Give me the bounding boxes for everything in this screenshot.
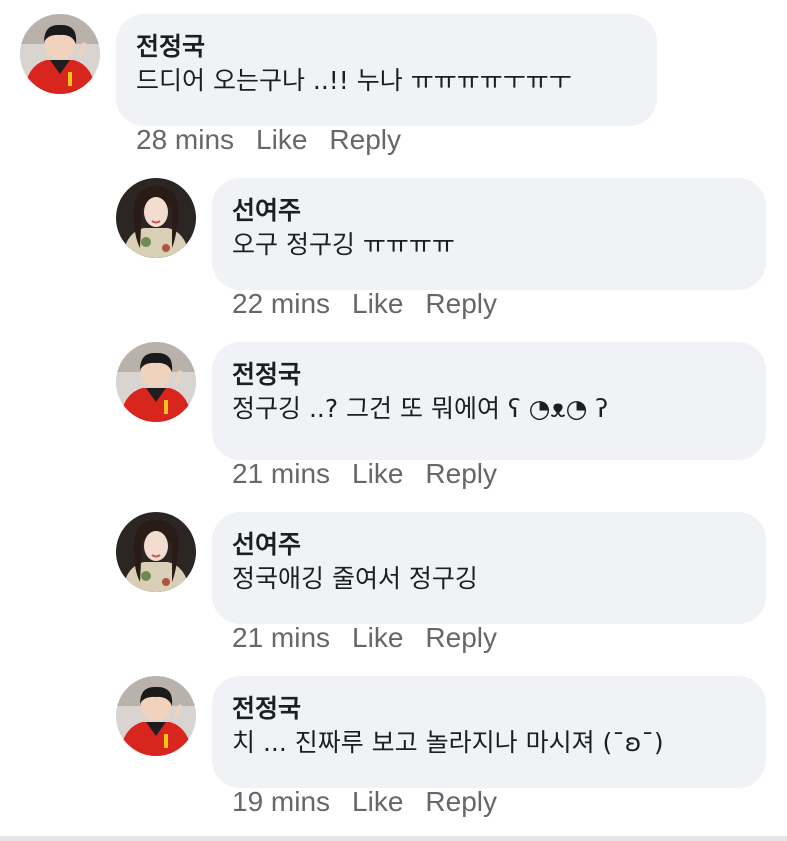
comment-actions: 19 mins Like Reply bbox=[232, 786, 497, 818]
comment-author[interactable]: 선여주 bbox=[232, 530, 742, 560]
comment-actions: 21 mins Like Reply bbox=[232, 622, 497, 654]
comment-bubble: 전정국 정구깅 ..? 그건 또 뭐에여 ʕ ◔ᴥ◔ ʔ bbox=[212, 342, 766, 460]
comment-bubble: 선여주 오구 정구깅 ㅠㅠㅠㅠ bbox=[212, 178, 766, 290]
comment-text: 드디어 오는구나 ..!! 누나 ㅠㅠㅠㅠㅜㅠㅜ bbox=[136, 66, 572, 95]
like-button[interactable]: Like bbox=[352, 288, 403, 320]
reply-button[interactable]: Reply bbox=[425, 622, 497, 654]
comment-actions: 21 mins Like Reply bbox=[232, 458, 497, 490]
like-button[interactable]: Like bbox=[352, 786, 403, 818]
comment-author[interactable]: 전정국 bbox=[232, 360, 742, 390]
like-button[interactable]: Like bbox=[352, 622, 403, 654]
like-button[interactable]: Like bbox=[256, 124, 307, 156]
comment-time[interactable]: 28 mins bbox=[136, 124, 234, 156]
avatar-jungkook[interactable] bbox=[116, 676, 196, 756]
bottom-divider bbox=[0, 836, 787, 841]
like-button[interactable]: Like bbox=[352, 458, 403, 490]
comment-author[interactable]: 선여주 bbox=[232, 196, 742, 226]
avatar-jungkook[interactable] bbox=[116, 342, 196, 422]
comment-text: 치 ... 진짜루 보고 놀라지나 마시져 (¯ʚ¯) bbox=[232, 728, 664, 757]
comment-text: 정국애깅 줄여서 정구깅 bbox=[232, 564, 478, 593]
comment-time[interactable]: 22 mins bbox=[232, 288, 330, 320]
comment-actions: 28 mins Like Reply bbox=[136, 124, 401, 156]
reply-button[interactable]: Reply bbox=[425, 458, 497, 490]
comment-time[interactable]: 19 mins bbox=[232, 786, 330, 818]
avatar-jungkook[interactable] bbox=[20, 14, 100, 94]
comment-bubble: 선여주 정국애깅 줄여서 정구깅 bbox=[212, 512, 766, 624]
comment-time[interactable]: 21 mins bbox=[232, 458, 330, 490]
comment-author[interactable]: 전정국 bbox=[136, 32, 633, 62]
comment-time[interactable]: 21 mins bbox=[232, 622, 330, 654]
comment-text: 오구 정구깅 ㅠㅠㅠㅠ bbox=[232, 230, 455, 259]
comment-bubble: 전정국 드디어 오는구나 ..!! 누나 ㅠㅠㅠㅠㅜㅠㅜ bbox=[116, 14, 657, 126]
reply-button[interactable]: Reply bbox=[425, 288, 497, 320]
comment-thread: 전정국 드디어 오는구나 ..!! 누나 ㅠㅠㅠㅠㅜㅠㅜ 28 mins Lik… bbox=[0, 0, 787, 841]
avatar-yeoju[interactable] bbox=[116, 178, 196, 258]
reply-button[interactable]: Reply bbox=[329, 124, 401, 156]
reply-button[interactable]: Reply bbox=[425, 786, 497, 818]
avatar-yeoju[interactable] bbox=[116, 512, 196, 592]
comment-text: 정구깅 ..? 그건 또 뭐에여 ʕ ◔ᴥ◔ ʔ bbox=[232, 394, 609, 423]
comment-bubble: 전정국 치 ... 진짜루 보고 놀라지나 마시져 (¯ʚ¯) bbox=[212, 676, 766, 788]
comment-author[interactable]: 전정국 bbox=[232, 694, 742, 724]
comment-actions: 22 mins Like Reply bbox=[232, 288, 497, 320]
